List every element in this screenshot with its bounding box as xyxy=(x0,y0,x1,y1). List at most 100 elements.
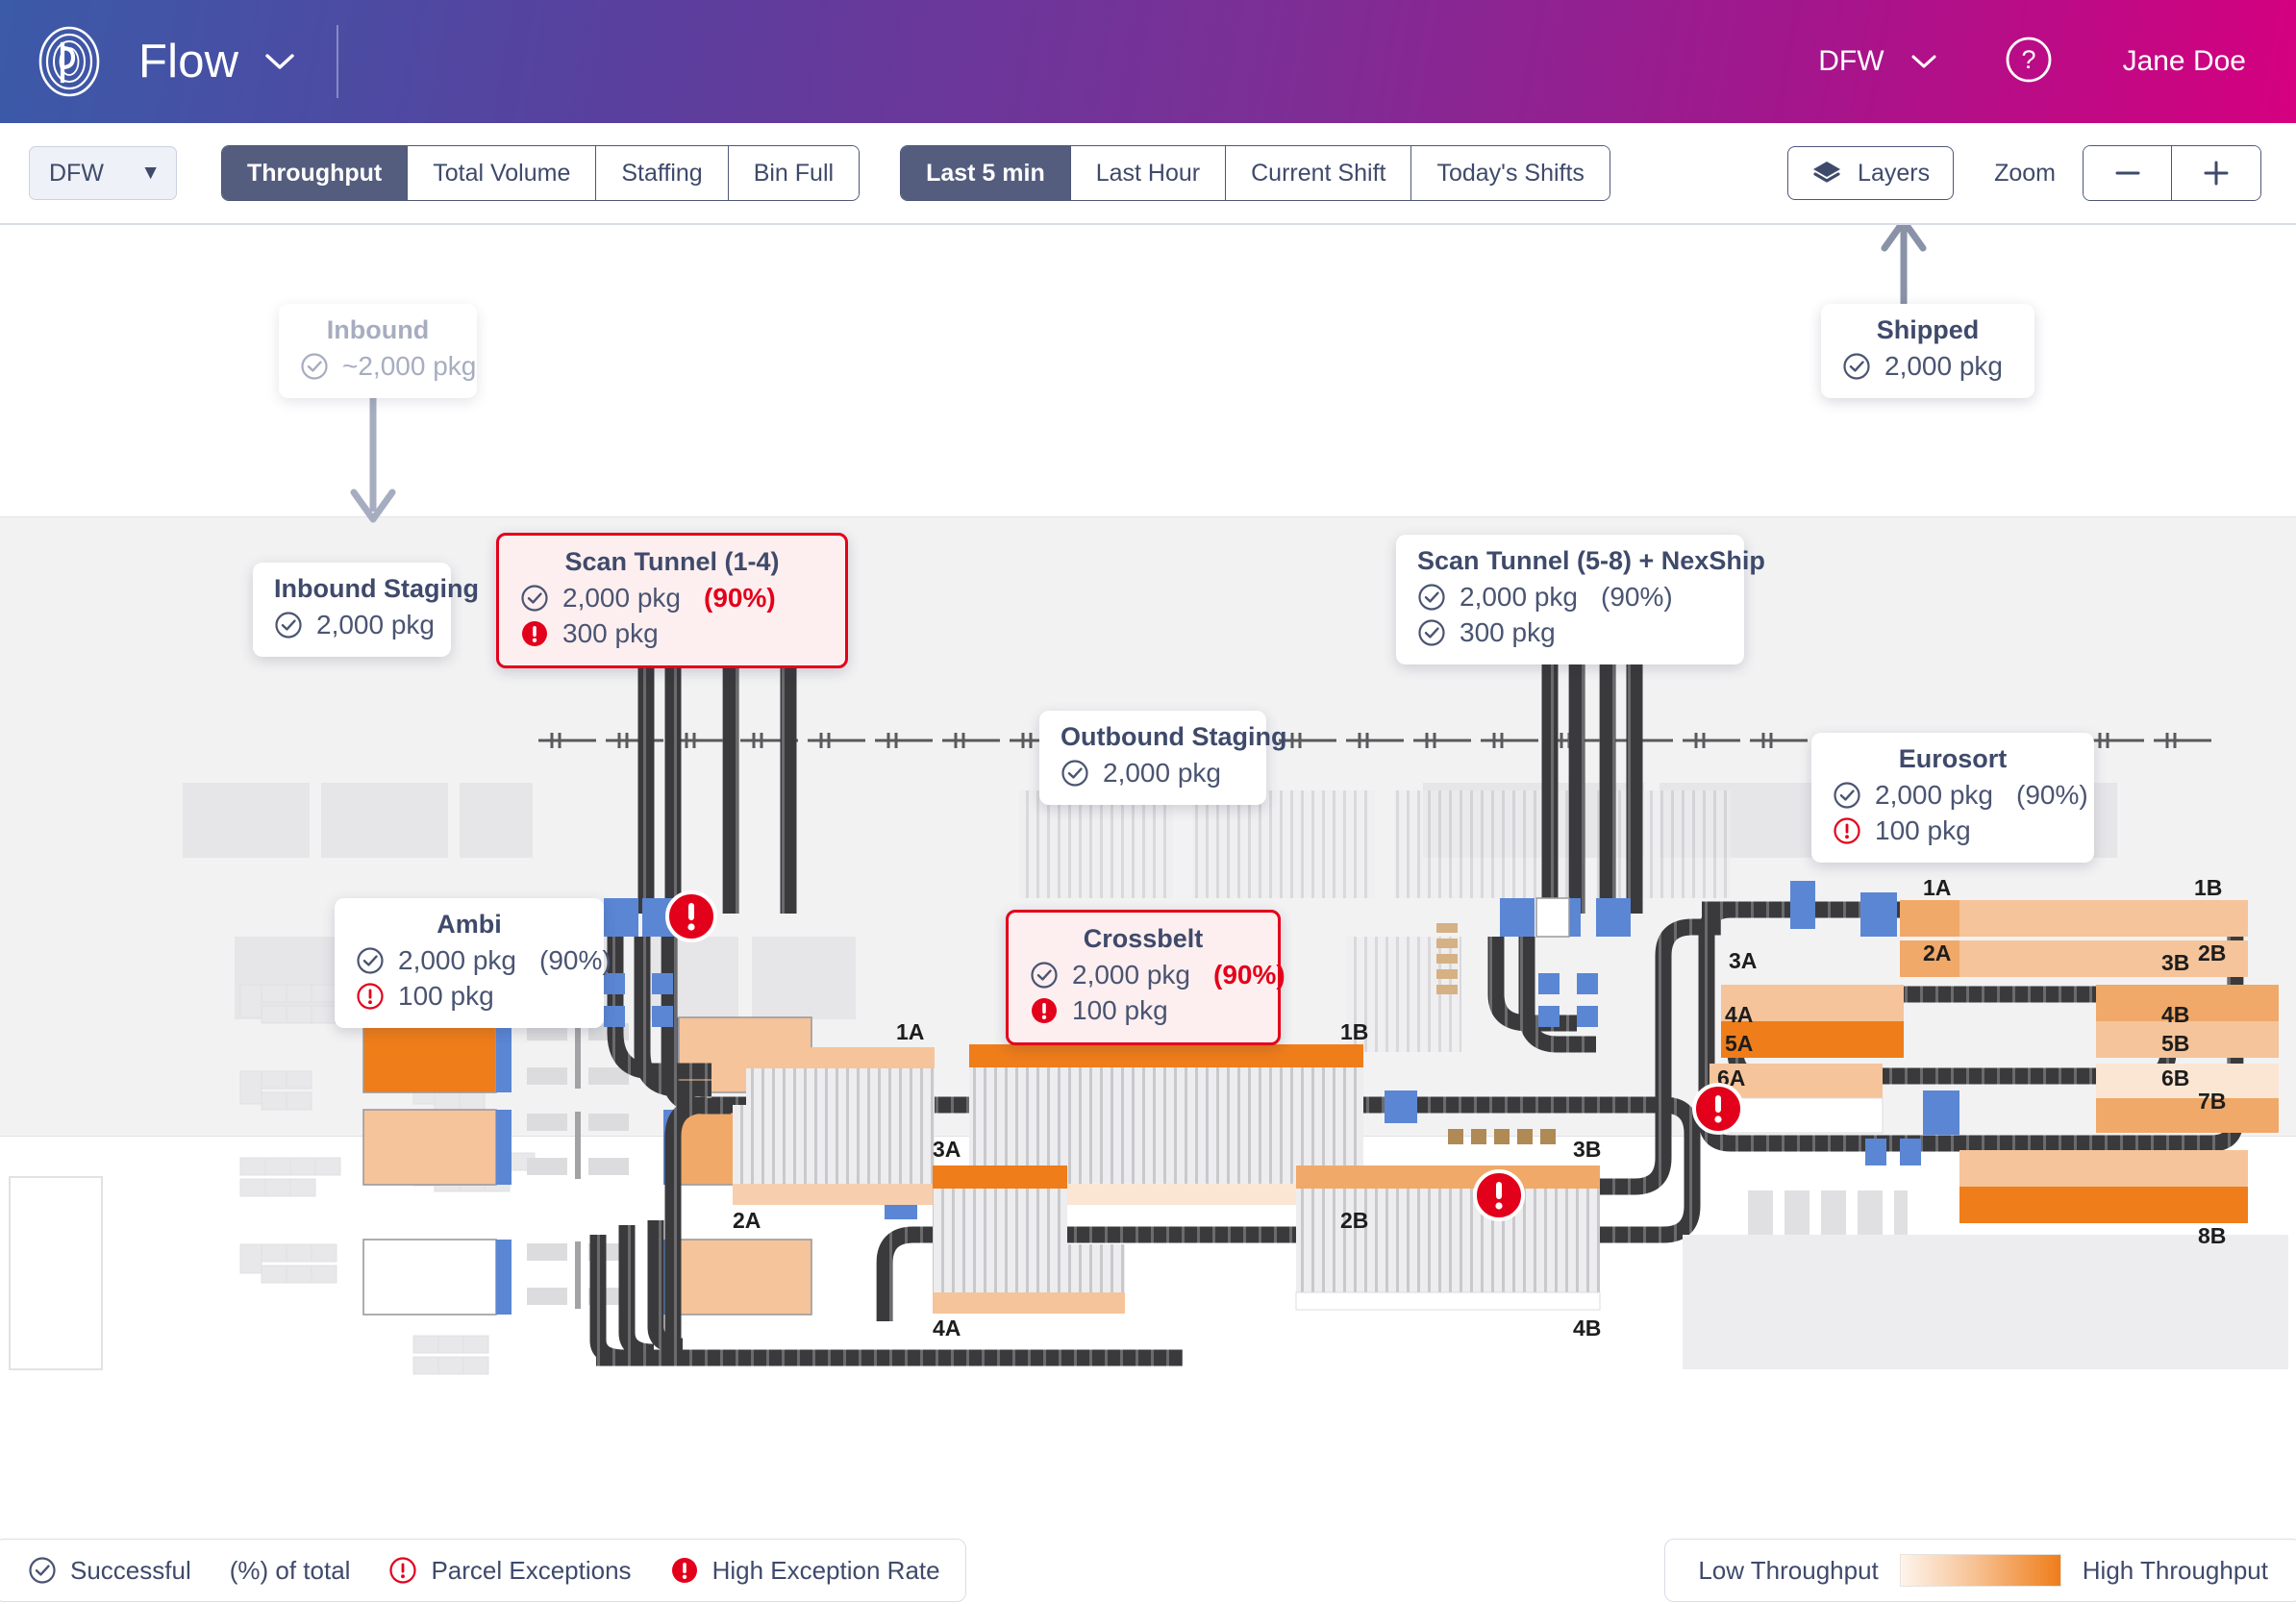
header-site-chevron-down-icon xyxy=(1911,55,1936,68)
node-card-ambi[interactable]: Ambi 2,000 pkg (90%) 100 pkg xyxy=(335,898,611,1028)
ambi-exception-row: 100 pkg xyxy=(356,979,583,1015)
inbound-card-title: Inbound xyxy=(326,315,430,344)
tab-last-hour[interactable]: Last Hour xyxy=(1070,146,1227,200)
eurosort-chute-label-1B: 1B xyxy=(2194,875,2223,900)
check-circle-icon xyxy=(521,585,548,613)
layers-button[interactable]: Layers xyxy=(1787,146,1955,200)
crossbelt-chute-label-2A: 2A xyxy=(733,1208,761,1233)
crossbelt-chute-label-1A: 1A xyxy=(896,1019,925,1044)
node-card-inbound-staging[interactable]: Inbound Staging 2,000 pkg xyxy=(253,563,479,657)
crossbelt-chute-2A xyxy=(733,1105,935,1205)
tab-bin-full[interactable]: Bin Full xyxy=(728,146,860,200)
scan-tunnel-5-8-percent: (90%) xyxy=(1601,582,1673,612)
header-right-group: DFW ? Jane Doe xyxy=(1818,33,2296,91)
site-select-value: DFW xyxy=(49,159,104,187)
tab-total-volume[interactable]: Total Volume xyxy=(408,146,597,200)
layers-button-label: Layers xyxy=(1858,159,1931,187)
map-alert-badge-crossbelt[interactable] xyxy=(1471,1167,1527,1223)
node-card-shipped[interactable]: Shipped 2,000 pkg xyxy=(1821,304,2034,398)
inbound-staging-card-success-value: 2,000 pkg xyxy=(316,610,435,639)
crossbelt-success-row: 2,000 pkg (90%) xyxy=(1030,958,1285,993)
eurosort-chute-label-4A: 4A xyxy=(1725,1002,1754,1027)
crossbelt-exception-value: 100 pkg xyxy=(1072,994,1168,1025)
user-name-label[interactable]: Jane Doe xyxy=(2123,45,2246,78)
check-circle-icon xyxy=(29,1557,56,1584)
eurosort-chute-label-5A: 5A xyxy=(1725,1031,1754,1056)
toolbar-right-group: Layers Zoom xyxy=(1787,145,2296,201)
eurosort-success-row: 2,000 pkg (90%) xyxy=(1833,778,2088,814)
site-select-caret-icon: ▼ xyxy=(140,162,161,184)
exclamation-filled-icon xyxy=(522,621,547,647)
eurosort-card-title: Eurosort xyxy=(1898,744,2008,773)
crossbelt-chute-4B xyxy=(1295,1244,1601,1311)
eurosort-exception-row: 100 pkg xyxy=(1833,814,2073,849)
legend-label-parcel-exceptions: Parcel Exceptions xyxy=(431,1555,632,1585)
scan-tunnel-1-4-success-value: 2,000 pkg xyxy=(562,583,681,613)
throughput-scale-low-label: Low Throughput xyxy=(1698,1555,1879,1585)
inbound-staging-card-title: Inbound Staging xyxy=(274,574,479,603)
header-divider xyxy=(337,25,339,98)
zoom-label: Zoom xyxy=(1994,159,2056,187)
facility-map-canvas[interactable]: 1A 2A 3A 4A 1B 2B 3B 4B 1A 2A 3A 4A 5A 6… xyxy=(0,225,2296,1539)
layers-icon xyxy=(1813,162,1841,183)
eurosort-chute-label-8B: 8B xyxy=(2198,1223,2227,1248)
time-range-tab-group: Last 5 min Last Hour Current Shift Today… xyxy=(900,145,1610,201)
purolator-logo-icon xyxy=(38,26,100,97)
check-circle-icon xyxy=(1418,584,1445,612)
header-site-selector[interactable]: DFW xyxy=(1818,45,1937,78)
shipped-card-title: Shipped xyxy=(1876,315,1980,344)
crossbelt-chute-label-4B: 4B xyxy=(1573,1316,1602,1341)
zoom-in-button[interactable] xyxy=(2172,146,2260,200)
metric-tab-group: Throughput Total Volume Staffing Bin Ful… xyxy=(221,145,861,201)
exclamation-outline-icon xyxy=(357,983,384,1011)
map-alert-badge-eurosort[interactable] xyxy=(1690,1081,1746,1137)
legend-item-successful: Successful xyxy=(28,1556,191,1586)
check-circle-icon xyxy=(1061,760,1088,788)
eurosort-chute-label-3A: 3A xyxy=(1729,948,1758,973)
outbound-staging-card-title: Outbound Staging xyxy=(1061,722,1287,751)
outbound-staging-success-row: 2,000 pkg xyxy=(1061,756,1245,791)
scan-tunnel-5-8-success-row: 2,000 pkg (90%) xyxy=(1417,580,1723,615)
eurosort-chute-label-7B: 7B xyxy=(2198,1089,2227,1114)
site-select-dropdown[interactable]: DFW ▼ xyxy=(29,146,177,200)
tab-current-shift[interactable]: Current Shift xyxy=(1226,146,1412,200)
map-alert-badge-scan-tunnel[interactable] xyxy=(663,889,719,944)
check-circle-icon xyxy=(1843,353,1870,381)
exclamation-filled-icon xyxy=(671,1558,697,1583)
ambi-success-row: 2,000 pkg (90%) xyxy=(356,943,611,979)
node-card-eurosort[interactable]: Eurosort 2,000 pkg (90%) 100 pkg xyxy=(1811,733,2094,863)
eurosort-chute-label-2A: 2A xyxy=(1923,940,1952,965)
eurosort-chute-label-1A: 1A xyxy=(1923,875,1952,900)
zoom-out-button[interactable] xyxy=(2084,146,2172,200)
ambi-percent: (90%) xyxy=(539,945,611,975)
app-header: Flow DFW ? Jane Doe xyxy=(0,0,2296,123)
scan-tunnel-5-8-success-value: 2,000 pkg xyxy=(1460,582,1578,612)
status-legend: Successful (%) of total Parcel Exception… xyxy=(0,1539,966,1602)
eurosort-exception-value: 100 pkg xyxy=(1875,815,1971,845)
legend-item-parcel-exceptions: Parcel Exceptions xyxy=(388,1555,632,1586)
tab-todays-shifts[interactable]: Today's Shifts xyxy=(1411,146,1610,200)
node-card-crossbelt[interactable]: Crossbelt 2,000 pkg (90%) 100 pkg xyxy=(1006,910,1285,1045)
tab-staffing[interactable]: Staffing xyxy=(596,146,729,200)
help-circle-icon[interactable]: ? xyxy=(2002,33,2056,91)
eurosort-chute-label-4B: 4B xyxy=(2161,1002,2190,1027)
eurosort-percent: (90%) xyxy=(2016,780,2088,810)
node-card-scan-tunnel-5-8-nexship[interactable]: Scan Tunnel (5-8) + NexShip 2,000 pkg (9… xyxy=(1396,535,1765,664)
crossbelt-chute-label-3B: 3B xyxy=(1573,1137,1602,1162)
tab-throughput[interactable]: Throughput xyxy=(222,146,409,200)
node-card-outbound-staging[interactable]: Outbound Staging 2,000 pkg xyxy=(1039,711,1287,805)
crossbelt-chute-label-1B: 1B xyxy=(1340,1019,1369,1044)
ambi-card-title: Ambi xyxy=(437,910,502,939)
check-circle-icon xyxy=(275,612,302,639)
scan-tunnel-1-4-card-title: Scan Tunnel (1-4) xyxy=(564,547,780,576)
throughput-scale-high-label: High Throughput xyxy=(2082,1555,2268,1585)
plus-icon xyxy=(2204,161,2229,186)
brand-block: Flow xyxy=(0,25,339,98)
app-title-chevron-down-icon[interactable] xyxy=(263,50,296,73)
scan-tunnel-1-4-success-row: 2,000 pkg (90%) xyxy=(520,581,824,616)
tab-last-5-min[interactable]: Last 5 min xyxy=(901,146,1071,200)
node-card-scan-tunnel-1-4[interactable]: Scan Tunnel (1-4) 2,000 pkg (90%) 300 pk… xyxy=(496,533,848,668)
node-card-inbound[interactable]: Inbound ~2,000 pkg xyxy=(279,304,477,398)
eurosort-chute-label-2B: 2B xyxy=(2198,940,2227,965)
throughput-gradient-bar xyxy=(1899,1554,2061,1587)
